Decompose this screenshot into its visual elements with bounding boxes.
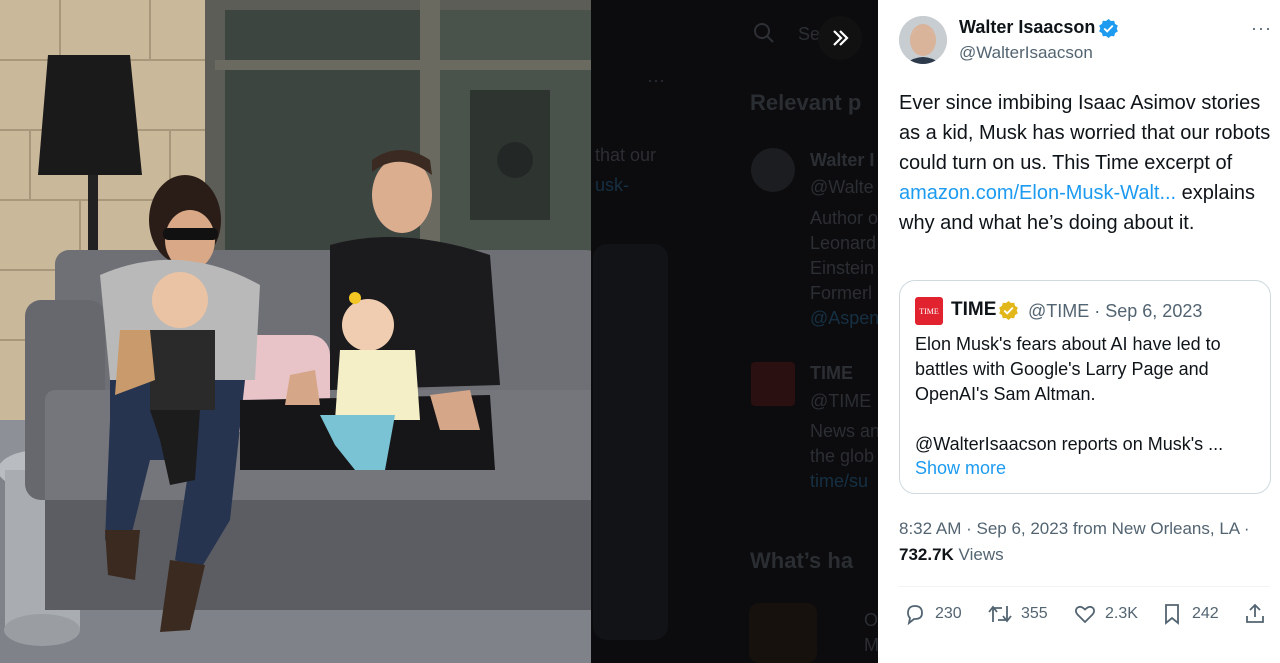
- tweet-photo[interactable]: [0, 0, 591, 663]
- tweet-text: Ever since imbibing Isaac Asimov stories…: [899, 88, 1279, 238]
- reply-button[interactable]: 230: [903, 602, 962, 626]
- quoted-text: @WalterIsaacson reports on Musk's ...: [915, 434, 1224, 454]
- backdrop-bio-line: Author o: [810, 208, 878, 228]
- expand-panel-button[interactable]: [818, 16, 862, 60]
- backdrop-author-name: TIME: [810, 363, 853, 383]
- bookmark-button[interactable]: 242: [1160, 602, 1219, 626]
- backdrop-author-handle: @TIME: [810, 391, 872, 411]
- views-label: Views: [953, 545, 1004, 564]
- reply-count: 230: [935, 605, 962, 622]
- author-avatar[interactable]: [899, 16, 947, 64]
- photo-illustration: [0, 0, 591, 663]
- views-count: 732.7K: [899, 545, 954, 564]
- author-name[interactable]: Walter Isaacson: [959, 17, 1095, 38]
- heart-icon: [1074, 605, 1096, 624]
- backdrop-trend-sub: M: [864, 635, 878, 655]
- backdrop-avatar: [751, 362, 795, 406]
- backdrop-bio-line: the glob: [810, 446, 875, 466]
- divider: [899, 586, 1269, 587]
- tweet-text-part: Ever since imbibing Isaac Asimov stories…: [899, 92, 1271, 174]
- relevant-heading: Relevant p: [750, 90, 862, 115]
- time-logo: TIME: [915, 297, 943, 325]
- timestamp-text[interactable]: 8:32 AM · Sep 6, 2023 from New Orleans, …: [899, 519, 1250, 538]
- search-placeholder: Se: [798, 24, 821, 44]
- tweet-timestamp: 8:32 AM · Sep 6, 2023 from New Orleans, …: [899, 516, 1269, 568]
- verified-badge-icon: [1098, 18, 1119, 44]
- backdrop-avatar: [751, 148, 795, 192]
- bookmark-icon: [1165, 604, 1179, 625]
- quoted-text: Elon Musk's fears about AI have led to b…: [915, 334, 1221, 404]
- quoted-meta: @TIME · Sep 6, 2023: [1028, 301, 1203, 321]
- like-button[interactable]: 2.3K: [1073, 602, 1138, 626]
- share-button[interactable]: [1243, 602, 1275, 626]
- repost-button[interactable]: 355: [987, 602, 1048, 626]
- backdrop-snippet-link: usk-: [595, 175, 630, 195]
- repost-icon: [988, 605, 1012, 623]
- quoted-author-name: TIME: [951, 299, 997, 320]
- backdrop-author-name: Walter I: [810, 150, 875, 170]
- author-handle[interactable]: @WalterIsaacson: [959, 43, 1093, 63]
- share-icon: [1246, 603, 1264, 623]
- backdrop-bio-link: @Aspen: [810, 308, 878, 328]
- backdrop-bio-link: time/su: [810, 471, 869, 491]
- reply-icon: [907, 605, 923, 626]
- search-icon: [753, 22, 775, 49]
- backdrop-bio-line: Einstein: [810, 258, 875, 278]
- timeline-backdrop: Se ··· Relevant p that our usk- Walter I…: [591, 0, 878, 663]
- tweet-detail-panel: Walter Isaacson @WalterIsaacson ··· Ever…: [878, 0, 1280, 663]
- backdrop-bio-line: Formerl: [810, 283, 872, 303]
- double-chevron-right-icon: [833, 30, 849, 46]
- quoted-tweet-card[interactable]: TIME TIME @TIME · Sep 6, 2023 Elon Musk'…: [899, 280, 1271, 494]
- like-count: 2.3K: [1105, 605, 1138, 622]
- backdrop-trend-image: [749, 603, 817, 663]
- backdrop-bio-line: News an: [810, 421, 878, 441]
- backdrop-author-handle: @Walte: [810, 177, 874, 197]
- bookmark-count: 242: [1192, 605, 1219, 622]
- backdrop-trend-text: O: [864, 610, 878, 630]
- backdrop-more: ···: [647, 70, 665, 90]
- backdrop-media: [593, 244, 668, 640]
- gold-verified-badge-icon: [998, 300, 1019, 326]
- whats-happening-heading: What’s ha: [750, 548, 854, 573]
- tweet-link[interactable]: amazon.com/Elon-Musk-Walt...: [899, 182, 1176, 204]
- show-more-link[interactable]: Show more: [915, 458, 1006, 479]
- quoted-body: Elon Musk's fears about AI have led to b…: [915, 332, 1265, 457]
- backdrop-snippet: that our: [595, 145, 657, 165]
- tweet-actions: 230 355 2.3K 242: [899, 602, 1269, 632]
- backdrop-bio-line: Leonard: [810, 233, 877, 253]
- repost-count: 355: [1021, 605, 1048, 622]
- more-options-icon[interactable]: ···: [1251, 18, 1272, 39]
